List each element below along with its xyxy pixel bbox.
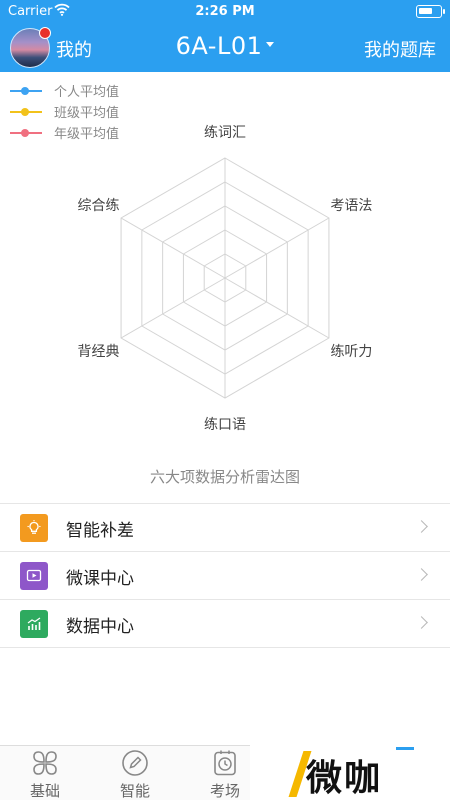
radar-axis-label: 考语法 [330,198,372,214]
menu-item-label: 智能补差 [66,521,134,541]
watermark-text: 微咖 [306,758,383,799]
status-bar: Carrier 2:26 PM [0,0,450,24]
menu-item-label: 微课中心 [66,569,134,589]
menu-item-data-center[interactable]: 数据中心 [0,600,450,648]
my-question-bank-link[interactable]: 我的题库 [364,36,436,62]
clock-time: 2:26 PM [195,4,255,19]
menu-item-label: 数据中心 [66,617,134,637]
my-profile-link[interactable]: 我的 [56,36,92,62]
watermark-logo: 微咖 [250,745,450,800]
watermark-bar [396,747,414,750]
clock-icon [211,749,239,781]
lightbulb-icon [20,514,48,542]
legend-marker [10,107,42,116]
caret-down-icon [266,41,275,47]
pencil-icon [121,749,149,781]
tab-label: 智能 [119,782,150,800]
app-root: Carrier 2:26 PM 我的 6A-L01 我的题库 个人平均值 班级平… [0,0,450,800]
unit-selector[interactable]: 6A-L01 [176,32,275,60]
avatar[interactable] [10,27,51,68]
chevron-right-icon [415,616,428,629]
tab-smart[interactable]: 智能 [90,746,180,800]
page-title: 6A-L01 [175,32,263,60]
radar-axis-line [120,277,226,339]
radar-axis-line [120,217,226,279]
chevron-right-icon [415,568,428,581]
top-bar: Carrier 2:26 PM 我的 6A-L01 我的题库 [0,0,450,72]
chevron-right-icon [415,520,428,533]
radar-axis-label: 背经典 [78,344,120,360]
radar-axis-label: 练口语 [204,417,246,433]
tab-label: 基础 [29,782,60,800]
radar-axis-line [224,217,330,279]
battery-level [419,8,432,14]
bar-chart-icon [20,610,48,638]
radar-axis-label: 综合练 [78,198,120,214]
video-icon [20,562,48,590]
legend-item-personal: 个人平均值 [10,80,119,101]
radar-chart: 练词汇考语法练听力练口语 背经典 综合练 [78,125,373,433]
tab-basic[interactable]: 基础 [0,746,90,800]
feature-menu: 智能补差 微课中心 数据中心 [0,503,450,648]
menu-item-micro-course[interactable]: 微课中心 [0,552,450,600]
radar-axis-label: 练词汇 [204,125,246,141]
radar-axis-line [224,277,330,339]
battery-icon [416,5,445,18]
legend-marker [10,86,42,95]
menu-item-smart-remedial[interactable]: 智能补差 [0,504,450,552]
radar-axis-label: 练听力 [330,344,372,360]
notification-dot [39,27,51,39]
clover-icon [31,749,59,781]
nav-bar: 我的 6A-L01 我的题库 [0,24,450,72]
radar-caption: 六大项数据分析雷达图 [149,468,300,486]
legend-label: 个人平均值 [54,85,120,100]
